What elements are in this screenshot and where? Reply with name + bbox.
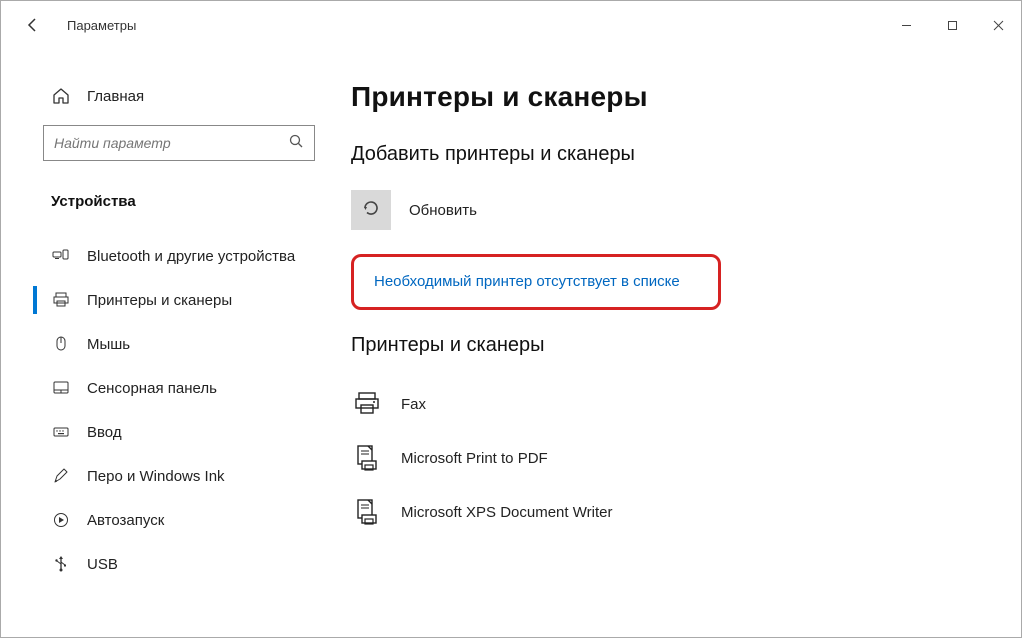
highlight-box: Необходимый принтер отсутствует в списке <box>351 254 721 310</box>
sidebar-item-autoplay[interactable]: Автозапуск <box>1 498 331 542</box>
printer-not-listed-link[interactable]: Необходимый принтер отсутствует в списке <box>374 273 680 290</box>
printer-item-xps-writer[interactable]: Microsoft XPS Document Writer <box>351 489 991 535</box>
sidebar-item-label: Сенсорная панель <box>87 380 217 397</box>
settings-window: Параметры Главная <box>0 0 1022 638</box>
sidebar-item-label: Мышь <box>87 336 130 353</box>
fax-icon <box>351 388 383 420</box>
sidebar-home[interactable]: Главная <box>1 81 331 111</box>
document-printer-icon <box>351 496 383 528</box>
main-panel: Принтеры и сканеры Добавить принтеры и с… <box>331 49 1021 637</box>
sidebar-item-pen[interactable]: Перо и Windows Ink <box>1 454 331 498</box>
printer-label: Microsoft Print to PDF <box>401 450 548 467</box>
printer-item-print-to-pdf[interactable]: Microsoft Print to PDF <box>351 435 991 481</box>
refresh-button[interactable] <box>351 190 391 230</box>
sidebar-item-label: USB <box>87 556 118 573</box>
sidebar-item-label: Автозапуск <box>87 512 164 529</box>
search-icon <box>288 133 304 154</box>
sidebar-home-label: Главная <box>87 88 144 105</box>
search-input[interactable] <box>54 135 288 151</box>
sidebar-item-label: Ввод <box>87 424 122 441</box>
refresh-label: Обновить <box>409 202 477 219</box>
sidebar-item-bluetooth[interactable]: Bluetooth и другие устройства <box>1 234 331 278</box>
sidebar-category: Устройства <box>1 183 331 220</box>
usb-icon <box>51 555 71 573</box>
printer-label: Microsoft XPS Document Writer <box>401 504 612 521</box>
sidebar-item-touchpad[interactable]: Сенсорная панель <box>1 366 331 410</box>
pen-icon <box>51 467 71 485</box>
window-title: Параметры <box>67 18 136 33</box>
content-area: Главная Устройства Bluetooth и другие ус… <box>1 49 1021 637</box>
bluetooth-devices-icon <box>51 247 71 265</box>
maximize-button[interactable] <box>929 1 975 49</box>
printer-item-fax[interactable]: Fax <box>351 381 991 427</box>
refresh-icon <box>361 198 381 223</box>
sidebar-item-usb[interactable]: USB <box>1 542 331 586</box>
printer-icon <box>51 291 71 309</box>
printer-label: Fax <box>401 396 426 413</box>
autoplay-icon <box>51 511 71 529</box>
refresh-row: Обновить <box>351 190 991 230</box>
close-button[interactable] <box>975 1 1021 49</box>
printer-list: Fax Microsoft Print to PDF Microsoft XPS… <box>351 381 991 535</box>
window-controls <box>883 1 1021 49</box>
sidebar-item-printers[interactable]: Принтеры и сканеры <box>1 278 331 322</box>
page-title: Принтеры и сканеры <box>351 81 991 113</box>
search-box[interactable] <box>43 125 315 161</box>
sidebar-item-label: Принтеры и сканеры <box>87 292 232 309</box>
document-printer-icon <box>351 442 383 474</box>
back-button[interactable] <box>21 13 45 37</box>
sidebar-item-label: Перо и Windows Ink <box>87 468 225 485</box>
touchpad-icon <box>51 379 71 397</box>
titlebar: Параметры <box>1 1 1021 49</box>
sidebar-item-label: Bluetooth и другие устройства <box>87 248 295 265</box>
search-wrap <box>1 125 331 161</box>
sidebar: Главная Устройства Bluetooth и другие ус… <box>1 49 331 637</box>
home-icon <box>51 87 71 105</box>
add-section-title: Добавить принтеры и сканеры <box>351 143 991 166</box>
list-section-title: Принтеры и сканеры <box>351 334 991 357</box>
sidebar-item-mouse[interactable]: Мышь <box>1 322 331 366</box>
sidebar-item-typing[interactable]: Ввод <box>1 410 331 454</box>
keyboard-icon <box>51 423 71 441</box>
minimize-button[interactable] <box>883 1 929 49</box>
mouse-icon <box>51 335 71 353</box>
